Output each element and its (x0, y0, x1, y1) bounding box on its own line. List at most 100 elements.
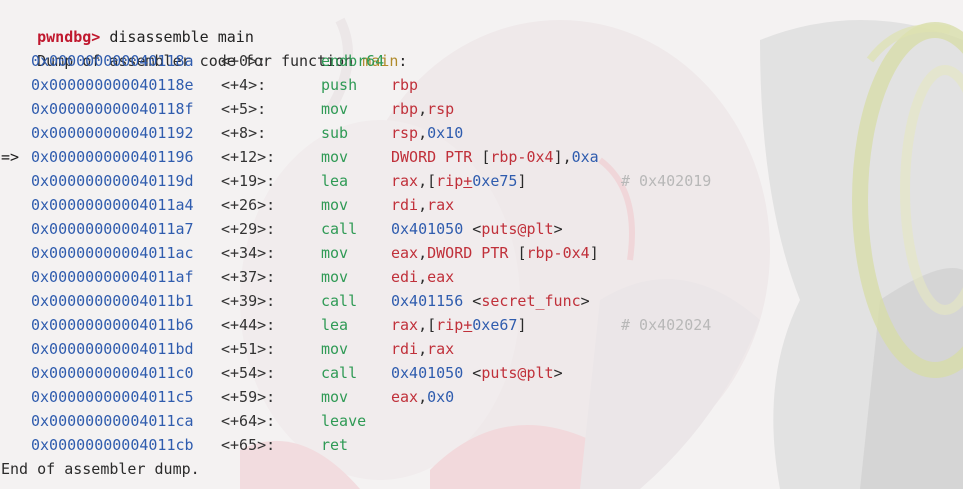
terminal-output: pwndbg> disassemble main Dump of assembl… (0, 0, 963, 489)
instruction-offset: <+34>: (221, 244, 276, 262)
instruction-offset: <+26>: (221, 196, 276, 214)
operand-register: rip (436, 316, 464, 334)
operand-register: rip (436, 172, 464, 190)
instruction-address: 0x00000000004011c5 (31, 388, 194, 406)
instruction-offset: <+37>: (221, 268, 276, 286)
operand-punct: > (553, 364, 563, 382)
dump-footer: End of assembler dump. (1, 460, 200, 478)
operand-punct: ,[ (418, 316, 437, 334)
instruction-address: 0x00000000004011c0 (31, 364, 194, 382)
instruction-offset: <+4>: (221, 76, 267, 94)
instruction-offset: <+65>: (221, 436, 276, 454)
operand-register: rdi (391, 340, 419, 358)
instruction-offset: <+12>: (221, 148, 276, 166)
instruction-comment: # 0x402024 (621, 316, 712, 334)
instruction-address: 0x00000000004011a7 (31, 220, 194, 238)
operand-punct: ], (553, 148, 572, 166)
instruction-address: 0x00000000004011b6 (31, 316, 194, 334)
instruction-row: 0x00000000004011c5 <+59>: mov eax,0x0 (0, 385, 963, 409)
operand-register: rbp (391, 100, 419, 118)
operand-number: 0xa (571, 148, 599, 166)
instruction-address: 0x00000000004011bd (31, 340, 194, 358)
operand-punct: [ (481, 148, 491, 166)
operand-plus: + (463, 316, 473, 334)
instruction-address: 0x00000000004011b1 (31, 292, 194, 310)
instruction-mnemonic: call (321, 292, 358, 310)
operand-register: rbp (391, 76, 419, 94)
current-instruction-arrow: => (1, 148, 20, 166)
operand-punct: , (418, 244, 428, 262)
instruction-offset: <+39>: (221, 292, 276, 310)
instruction-address: 0x00000000004011ca (31, 412, 194, 430)
operand-register: eax (391, 388, 419, 406)
instruction-address: 0x00000000004011ac (31, 244, 194, 262)
operand-register: rax (391, 316, 419, 334)
instruction-mnemonic: sub (321, 124, 349, 142)
instruction-mnemonic: mov (321, 340, 349, 358)
operand-register: rax (391, 172, 419, 190)
instruction-mnemonic: ret (321, 436, 349, 454)
operand-register: DWORD PTR (427, 244, 518, 262)
operand-punct: , (418, 196, 428, 214)
operand-register: puts@plt (481, 220, 554, 238)
instruction-offset: <+64>: (221, 412, 276, 430)
instruction-operands: rbp (391, 73, 418, 97)
operand-punct: < (463, 364, 482, 382)
instruction-mnemonic: push (321, 76, 358, 94)
instruction-mnemonic: mov (321, 148, 349, 166)
operand-register: eax (391, 244, 419, 262)
operand-register: DWORD PTR (391, 148, 482, 166)
instruction-comment: # 0x402019 (621, 172, 712, 190)
operand-register: rdi (391, 196, 419, 214)
operand-punct: < (463, 292, 482, 310)
operand-register: rax (427, 340, 455, 358)
operand-register: rsp (391, 124, 419, 142)
operand-register: puts@plt (481, 364, 554, 382)
instruction-mnemonic: call (321, 364, 358, 382)
dump-header: Dump of assembler code for function main… (1, 25, 407, 70)
instruction-row: 0x00000000004011b6 <+44>: lea rax,[rip+0xe6… (0, 313, 963, 337)
operand-register: rbp-0x4 (526, 244, 590, 262)
instruction-row: 0x000000000040119d <+19>: lea rax,[rip+0xe7… (0, 169, 963, 193)
operand-number: 0x401156 (391, 292, 464, 310)
instruction-mnemonic: lea (321, 172, 349, 190)
operand-register: edi (391, 268, 419, 286)
operand-number: 0x10 (427, 124, 464, 142)
instruction-mnemonic: endbr64 (321, 52, 385, 70)
instruction-operands: 0x401156 <secret_func> (391, 289, 590, 313)
operand-punct: > (553, 220, 563, 238)
instruction-row: 0x000000000040118e <+4>: push rbp (0, 73, 963, 97)
instruction-operands: rax,[rip+0xe67] (391, 313, 526, 337)
operand-plus: + (463, 172, 473, 190)
instruction-address: 0x00000000004011a4 (31, 196, 194, 214)
operand-register: rsp (427, 100, 455, 118)
operand-punct: > (580, 292, 590, 310)
instruction-address: 0x000000000040118e (31, 76, 194, 94)
instruction-row: 0x00000000004011ac <+34>: mov eax,DWORD PTR… (0, 241, 963, 265)
operand-number: 0x401050 (391, 364, 464, 382)
prompt-line: pwndbg> disassemble main (1, 1, 254, 46)
operand-number: 0x0 (427, 388, 455, 406)
operand-punct: , (418, 388, 428, 406)
instruction-offset: <+59>: (221, 388, 276, 406)
instruction-row: 0x00000000004011cb <+65>: ret (0, 433, 963, 457)
instruction-mnemonic: leave (321, 412, 367, 430)
instruction-mnemonic: mov (321, 244, 349, 262)
instruction-operands: rsp,0x10 (391, 121, 463, 145)
instruction-offset: <+8>: (221, 124, 267, 142)
instruction-mnemonic: lea (321, 316, 349, 334)
operand-punct: ,[ (418, 172, 437, 190)
instruction-address: 0x000000000040119d (31, 172, 194, 190)
instruction-operands: eax,0x0 (391, 385, 454, 409)
instruction-offset: <+51>: (221, 340, 276, 358)
instruction-offset: <+29>: (221, 220, 276, 238)
instruction-row: 0x00000000004011af <+37>: mov edi,eax (0, 265, 963, 289)
instruction-operands: rbp,rsp (391, 97, 454, 121)
operand-register: eax (427, 268, 455, 286)
operand-register: secret_func (481, 292, 581, 310)
instruction-operands: edi,eax (391, 265, 454, 289)
instruction-offset: <+19>: (221, 172, 276, 190)
instruction-address: 0x00000000004011cb (31, 436, 194, 454)
instruction-operands: rdi,rax (391, 337, 454, 361)
instruction-address: 0x0000000000401192 (31, 124, 194, 142)
